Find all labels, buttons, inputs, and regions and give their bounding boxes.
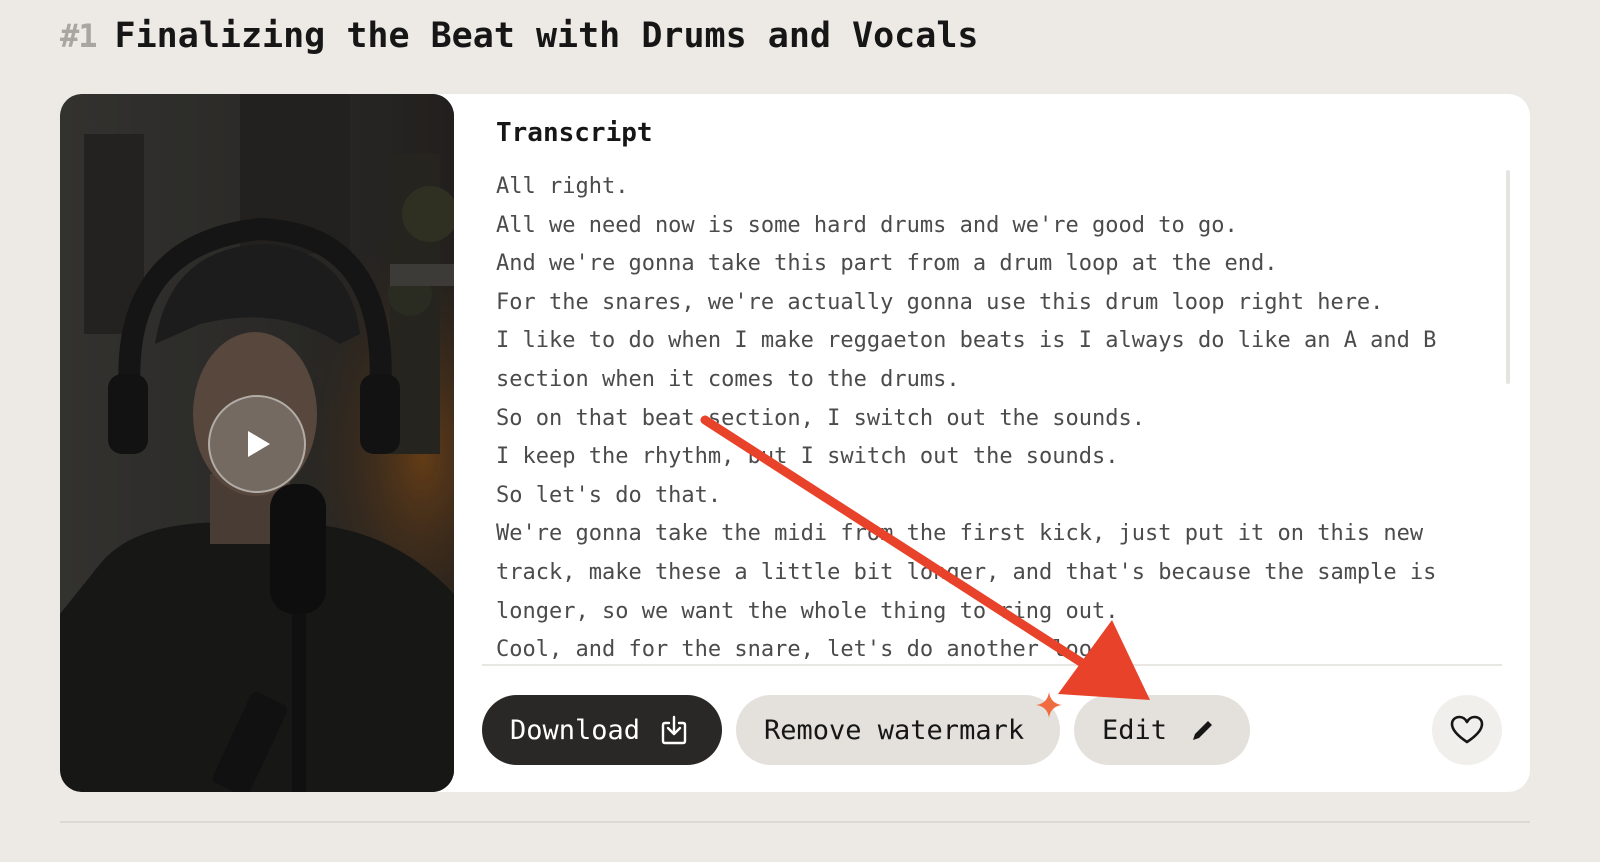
clip-page: #1 Finalizing the Beat with Drums and Vo…: [0, 0, 1600, 862]
edit-button[interactable]: Edit: [1074, 695, 1250, 765]
video-thumbnail[interactable]: [60, 94, 454, 792]
transcript-panel: Transcript All right. All we need now is…: [482, 94, 1510, 792]
edit-button-label: Edit: [1102, 714, 1168, 746]
sparkle-icon: [1036, 692, 1062, 718]
clip-card: Transcript All right. All we need now is…: [60, 94, 1530, 792]
clip-heading: #1 Finalizing the Beat with Drums and Vo…: [60, 16, 978, 56]
remove-watermark-label: Remove watermark: [764, 714, 1025, 746]
clip-rank: #1: [60, 17, 98, 55]
transcript-scrollbar[interactable]: [1506, 170, 1510, 384]
download-button-label: Download: [510, 714, 641, 746]
download-button[interactable]: Download: [482, 695, 722, 765]
remove-watermark-button[interactable]: Remove watermark: [736, 695, 1060, 765]
heart-icon: [1450, 715, 1484, 744]
section-divider: [60, 821, 1530, 823]
action-row: Download Remove watermark Edit: [482, 94, 1502, 792]
clip-title: Finalizing the Beat with Drums and Vocal…: [114, 16, 979, 56]
like-button[interactable]: [1432, 695, 1502, 765]
play-button[interactable]: [208, 395, 306, 493]
download-icon: [661, 715, 687, 745]
pencil-icon: [1193, 721, 1213, 740]
play-icon: [248, 431, 270, 457]
